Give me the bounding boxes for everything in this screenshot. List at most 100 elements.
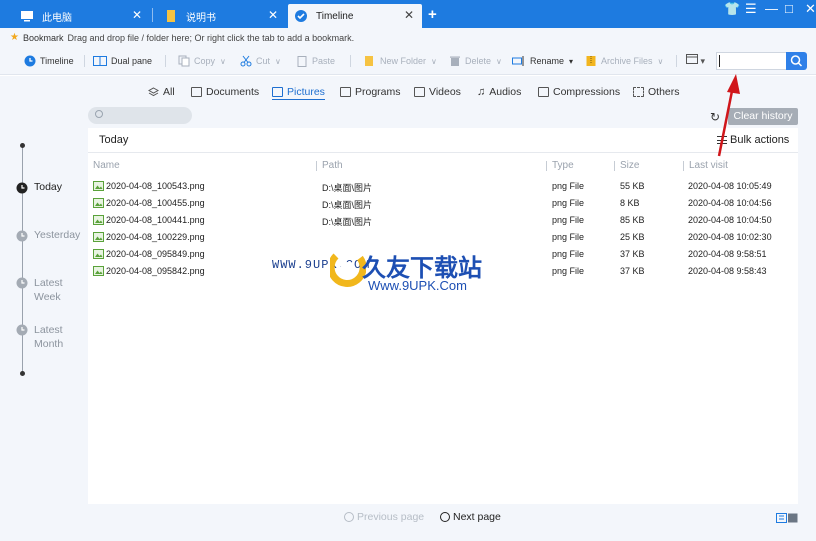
close-icon[interactable]: ✕ (132, 8, 142, 22)
bookmark-bar[interactable]: ★ Bookmark Drag and drop file / folder h… (0, 28, 816, 47)
dual-pane-button[interactable]: Dual pane (93, 53, 152, 69)
chevron-down-icon[interactable]: ∨ (658, 57, 664, 66)
category-programs[interactable]: Programs (340, 84, 401, 100)
timeline-label-line: Month (34, 338, 64, 350)
timeline-label-line: Week (34, 291, 61, 303)
column-header-size[interactable]: Size (620, 160, 639, 171)
column-divider[interactable] (316, 161, 317, 171)
layout-toggle-icon[interactable] (776, 513, 798, 523)
column-header-path[interactable]: Path (322, 160, 343, 171)
file-name: 2020-04-08_100441.png (106, 215, 205, 225)
column-divider[interactable] (546, 161, 547, 171)
timeline-item-latest-month[interactable]: Latest Month (16, 323, 63, 351)
close-icon[interactable]: ✕ (404, 8, 414, 22)
clock-icon (16, 182, 28, 194)
table-row[interactable]: 2020-04-08_100229.png png File 25 KB 2020-0… (88, 229, 798, 246)
chevron-down-icon[interactable]: ∨ (431, 57, 437, 66)
maximize-button[interactable]: □ (785, 1, 793, 16)
archive-button[interactable]: Archive Files ∨ (585, 53, 663, 69)
copy-button[interactable]: Copy ∨ (178, 53, 226, 69)
caret-down-icon[interactable]: ▾ (569, 57, 573, 66)
search-button[interactable] (786, 52, 807, 70)
view-selector[interactable]: ▾ (686, 54, 705, 67)
arrow-circle-icon (344, 512, 354, 522)
watermark: WWW.9UPK.COM 久友下载站 Www.9UPK.Com (272, 246, 502, 298)
table-row[interactable]: 2020-04-08_100441.png D:\桌面\图片 png File 85 … (88, 212, 798, 229)
category-all[interactable]: All (148, 84, 175, 100)
watermark-logo-icon (330, 253, 366, 287)
tab-timeline[interactable]: Timeline ✕ (288, 4, 422, 28)
rename-button[interactable]: Rename ▾ (512, 53, 573, 69)
category-compressions[interactable]: Compressions (538, 84, 620, 100)
category-bar: All Documents Pictures Programs Videos ♫… (0, 84, 816, 100)
delete-button[interactable]: Delete ∨ (449, 53, 502, 69)
toolbar-separator (676, 55, 677, 67)
category-pictures[interactable]: Pictures (272, 84, 325, 100)
new-folder-button[interactable]: New Folder ∨ (364, 53, 437, 69)
cut-button[interactable]: Cut ∨ (240, 53, 281, 69)
file-size: 37 KB (620, 266, 645, 276)
archive-icon (586, 56, 596, 66)
table-row[interactable]: 2020-04-08_100455.png D:\桌面\图片 png File 8 K… (88, 195, 798, 212)
column-divider[interactable] (683, 161, 684, 171)
chevron-down-icon[interactable]: ∨ (220, 57, 226, 66)
music-icon: ♫ (477, 86, 486, 98)
star-icon: ★ (10, 32, 19, 43)
archive-icon (538, 87, 549, 97)
file-name: 2020-04-08_100543.png (106, 181, 205, 191)
image-file-icon (93, 232, 104, 242)
menu-icon[interactable]: ☰ (745, 1, 757, 17)
timeline-icon (24, 55, 36, 67)
image-file-icon (93, 215, 104, 225)
previous-page-button[interactable]: Previous page (344, 511, 424, 523)
column-header-last-visit[interactable]: Last visit (689, 160, 728, 171)
close-window-button[interactable]: ✕ (805, 1, 816, 17)
search-icon (790, 55, 803, 67)
timeline-icon (295, 10, 307, 22)
toolbar-separator (84, 55, 85, 67)
bulk-actions-button[interactable]: Bulk actions (717, 134, 789, 146)
skin-icon[interactable]: 👕 (724, 1, 740, 17)
timeline-label: Yesterday (34, 229, 81, 241)
timeline-button[interactable]: Timeline (24, 53, 74, 69)
folder-icon (365, 56, 373, 66)
column-header-name[interactable]: Name (93, 160, 120, 171)
tab-label: 说明书 (186, 12, 216, 24)
minimize-button[interactable]: — (765, 1, 778, 16)
category-label: Programs (355, 86, 401, 98)
column-header-type[interactable]: Type (552, 160, 574, 171)
chevron-down-icon[interactable]: ∨ (275, 57, 281, 66)
next-page-label: Next page (453, 511, 501, 523)
tab-label: Timeline (316, 10, 354, 22)
tab-bar: 此电脑 ✕ 说明书 ✕ Timeline ✕ + 👕 ☰ — □ ✕ (0, 0, 816, 28)
search-input[interactable] (716, 52, 786, 70)
column-divider[interactable] (614, 161, 615, 171)
close-icon[interactable]: ✕ (268, 8, 278, 22)
category-videos[interactable]: Videos (414, 84, 461, 100)
tab-this-pc[interactable]: 此电脑 ✕ (14, 4, 150, 28)
refresh-icon[interactable]: ↻ (710, 110, 720, 124)
timeline-label-line: Latest (34, 277, 63, 289)
category-label: All (163, 86, 175, 98)
rename-icon (512, 56, 524, 66)
timeline-item-latest-week[interactable]: Latest Week (16, 276, 63, 304)
paste-button[interactable]: Paste (296, 53, 335, 69)
timeline-item-today[interactable]: Today (16, 181, 62, 194)
file-last-visit: 2020-04-08 9:58:51 (688, 249, 767, 259)
category-documents[interactable]: Documents (191, 84, 259, 100)
category-audios[interactable]: ♫ Audios (477, 84, 521, 100)
clear-history-button[interactable]: Clear history (728, 108, 798, 125)
next-page-button[interactable]: Next page (440, 511, 501, 523)
category-others[interactable]: Others (633, 84, 680, 100)
add-tab-button[interactable]: + (428, 6, 437, 23)
chevron-down-icon[interactable]: ∨ (496, 57, 502, 66)
dual-pane-icon (93, 56, 107, 66)
paste-label: Paste (312, 56, 336, 66)
tab-manual[interactable]: 说明书 ✕ (158, 4, 286, 28)
timeline-label: Today (34, 181, 63, 193)
new-folder-label: New Folder (380, 56, 427, 66)
timeline-item-yesterday[interactable]: Yesterday (16, 229, 80, 242)
bookmark-hint: Drag and drop file / folder here; Or rig… (67, 32, 355, 43)
filter-input[interactable] (88, 107, 192, 124)
table-row[interactable]: 2020-04-08_100543.png D:\桌面\图片 png File 55 … (88, 178, 798, 195)
